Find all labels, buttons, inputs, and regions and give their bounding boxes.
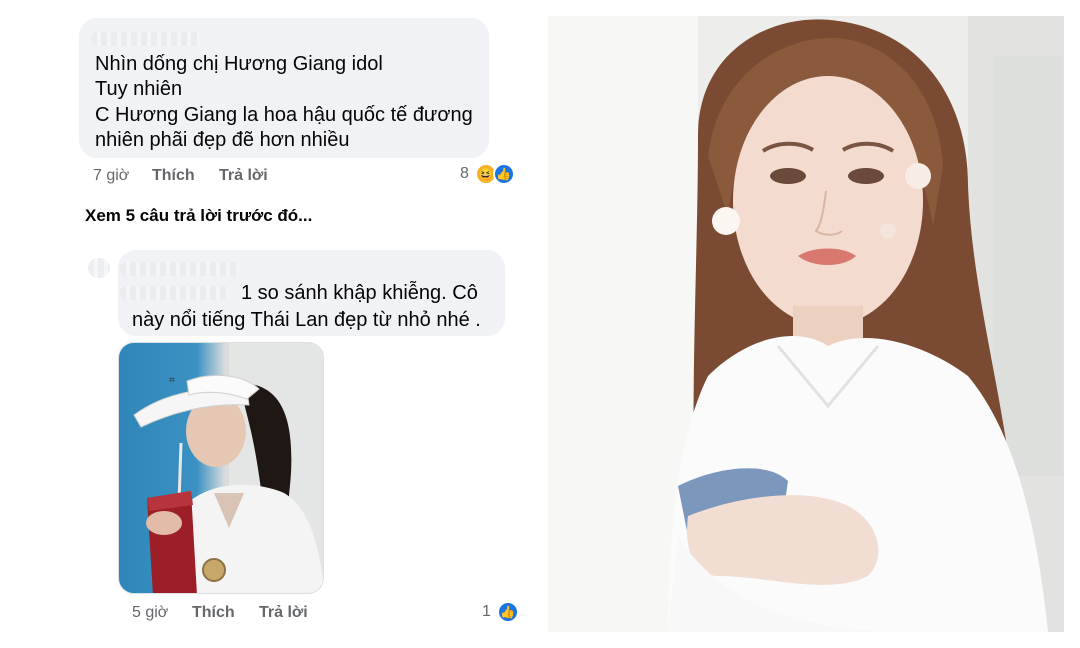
redacted-author-name <box>91 32 201 46</box>
reaction-summary[interactable]: 8 😆 👍 <box>460 163 515 185</box>
comment-bubble-1[interactable]: Nhìn dống chị Hương Giang idol Tuy nhiên… <box>79 18 489 158</box>
comment-time: 5 giờ <box>132 604 169 621</box>
comment-bubble-2[interactable]: 1 so sánh khập khiễng. Cô này nổi tiếng … <box>118 250 505 336</box>
comment-text-line: Nhìn dống chị Hương Giang idol <box>95 53 383 75</box>
portrait-illustration <box>548 16 1064 632</box>
comment-thread: Nhìn dống chị Hương Giang idol Tuy nhiên… <box>0 0 545 648</box>
comment-text-line: nhiên phãi đẹp đẽ hơn nhiều <box>95 129 350 151</box>
visor-logo-icon: ⌗ <box>169 375 175 386</box>
like-icon: 👍 <box>492 163 515 185</box>
reply-link[interactable]: Trả lời <box>259 604 308 622</box>
comment-text-line: 1 so sánh khập khiễng. Cô <box>241 282 478 304</box>
comment-photo[interactable]: ⌗ <box>118 342 324 594</box>
view-previous-replies-link[interactable]: Xem 5 câu trả lời trước đó... <box>85 206 312 226</box>
redacted-mention <box>120 286 230 300</box>
photo-illustration: ⌗ <box>133 343 323 593</box>
reaction-summary[interactable]: 1 👍 <box>482 601 519 623</box>
reaction-count: 1 <box>482 603 491 620</box>
portrait-photo <box>548 16 1064 632</box>
comment-text-line: C Hương Giang la hoa hậu quốc tế đương <box>95 104 473 126</box>
comment-text-line: này nổi tiếng Thái Lan đẹp từ nhỏ nhé . <box>132 309 481 331</box>
reaction-count: 8 <box>460 165 469 182</box>
like-icon: 👍 <box>496 601 519 623</box>
reply-link[interactable]: Trả lời <box>219 167 268 185</box>
like-link[interactable]: Thích <box>192 604 235 622</box>
redacted-author-name <box>120 262 240 276</box>
redacted-avatar <box>88 258 110 278</box>
like-link[interactable]: Thích <box>152 167 195 185</box>
comment-text-line: Tuy nhiên <box>95 78 183 100</box>
comment-time: 7 giờ <box>93 167 130 184</box>
